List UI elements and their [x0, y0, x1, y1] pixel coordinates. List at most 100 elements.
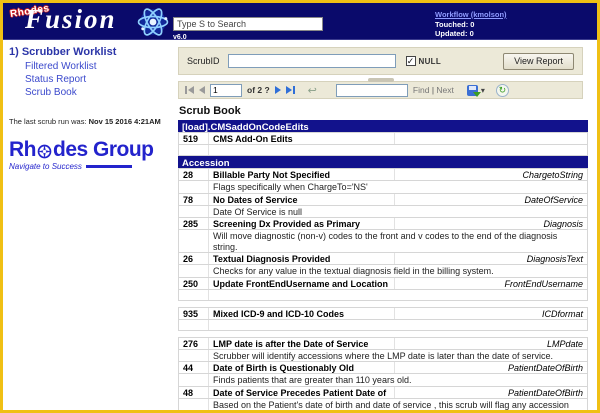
rule-id: 935	[179, 308, 209, 319]
worklist-links: Filtered Worklist Status Report Scrub Bo…	[25, 60, 175, 99]
scrub-book-table: [load].CMSaddOnCodeEdits519CMS Add-On Ed…	[178, 120, 588, 413]
rule-title: No Dates of Service	[209, 194, 395, 205]
rule-description-indent	[179, 206, 209, 218]
page-count-label: of 2 ?	[247, 85, 270, 95]
rule-row: 48Date of Service Precedes Patient Date …	[178, 386, 588, 399]
application-window: Rhodes Fusion v6.0 Workflow (kmolson) To…	[0, 0, 600, 413]
search-input[interactable]	[173, 17, 323, 31]
rule-description-indent	[179, 181, 209, 193]
rule-description-indent	[179, 374, 209, 386]
updated-counter: Updated: 0	[435, 29, 507, 39]
rule-row: 250Update FrontEndUsername and LocationF…	[178, 277, 588, 290]
logo-tagline: Navigate to Success	[9, 162, 175, 171]
rule-row: 276LMP date is after the Date of Service…	[178, 337, 588, 350]
rule-id: 48	[179, 387, 209, 398]
sidebar-item-filtered-worklist[interactable]: Filtered Worklist	[25, 60, 175, 73]
rule-description-row	[178, 144, 588, 156]
compass-icon	[37, 144, 52, 159]
logo-suffix: des Group	[53, 138, 154, 162]
rhodes-group-logo: Rh des Group Navigate to Success	[9, 138, 175, 171]
rule-title: Date of Service Precedes Patient Date of…	[209, 387, 395, 398]
rule-title: LMP date is after the Date of Service	[209, 338, 395, 349]
rule-description-row	[178, 289, 588, 301]
view-report-button[interactable]: View Report	[503, 53, 574, 70]
next-link[interactable]: Next	[436, 85, 453, 95]
app-header: Rhodes Fusion v6.0 Workflow (kmolson) To…	[3, 3, 597, 40]
rule-title: Textual Diagnosis Provided	[209, 253, 395, 264]
find-text-input[interactable]	[336, 84, 408, 97]
tagline-rule	[86, 165, 132, 168]
rule-row: 78No Dates of ServiceDateOfService	[178, 193, 588, 206]
rule-description-row: Flags specifically when ChargeTo='NS'	[178, 180, 588, 194]
rule-field: Diagnosis	[395, 218, 587, 229]
rule-title: Billable Party Not Specified	[209, 169, 395, 180]
rule-description: Based on the Patient's date of birth and…	[209, 399, 587, 413]
rule-description-indent	[179, 399, 209, 413]
rule-field	[395, 133, 587, 144]
touched-counter: Touched: 0	[435, 20, 507, 30]
rule-title: Screening Dx Provided as Primary	[209, 218, 395, 229]
rule-id: 44	[179, 362, 209, 373]
workflow-link[interactable]: Workflow (kmolson)	[435, 10, 507, 20]
rule-description-indent	[179, 145, 209, 155]
find-next-separator: |	[432, 85, 434, 95]
find-next-links: Find | Next	[413, 85, 454, 95]
main-content: ScrubID ✓ NULL View Report of 2 ? ↩	[175, 40, 597, 413]
rule-description	[209, 320, 587, 330]
rule-field: ChargetoString	[395, 169, 587, 180]
export-dropdown[interactable]: ▾	[467, 85, 485, 96]
sidebar-item-status-report[interactable]: Status Report	[25, 73, 175, 86]
last-run-label: The last scrub run was:	[9, 117, 89, 126]
version-label: v6.0	[173, 34, 333, 41]
rule-field: DiagnosisText	[395, 253, 587, 264]
rule-field: DateOfService	[395, 194, 587, 205]
rule-title: CMS Add-On Edits	[209, 133, 395, 144]
next-page-icon[interactable]	[275, 86, 281, 94]
report-toolbar: of 2 ? ↩ Find | Next ▾ ↻	[178, 81, 583, 99]
sidebar-item-scrub-book[interactable]: Scrub Book	[25, 86, 175, 99]
refresh-icon[interactable]: ↻	[496, 84, 509, 97]
rule-description-indent	[179, 290, 209, 300]
rule-description-row: Finds patients that are greater than 110…	[178, 373, 588, 387]
rule-row: 935Mixed ICD-9 and ICD-10 CodesICDformat	[178, 307, 588, 320]
rule-description: Flags specifically when ChargeTo='NS'	[209, 181, 587, 193]
rule-description: Checks for any value in the textual diag…	[209, 265, 587, 277]
rule-description-indent	[179, 350, 209, 362]
find-link[interactable]: Find	[413, 85, 430, 95]
rule-row: 285Screening Dx Provided as PrimaryDiagn…	[178, 217, 588, 230]
rule-row: 519CMS Add-On Edits	[178, 132, 588, 145]
rule-field: FrontEndUsername	[395, 278, 587, 289]
rule-title: Date of Birth is Questionably Old	[209, 362, 395, 373]
rule-id: 276	[179, 338, 209, 349]
workflow-block: Workflow (kmolson) Touched: 0 Updated: 0…	[435, 10, 507, 48]
rule-description: Date Of Service is null	[209, 206, 587, 218]
splitter-grip-icon[interactable]	[368, 78, 394, 82]
rule-id: 285	[179, 218, 209, 229]
header-search: v6.0	[173, 14, 333, 41]
scrubid-input[interactable]	[228, 54, 396, 68]
first-page-icon[interactable]	[185, 86, 194, 94]
current-page-input[interactable]	[210, 84, 242, 97]
rule-description: Finds patients that are greater than 110…	[209, 374, 587, 386]
rule-description-row: Will move diagnostic (non-v) codes to th…	[178, 229, 588, 253]
rule-id: 250	[179, 278, 209, 289]
rule-description: Scrubber will identify accessions where …	[209, 350, 587, 362]
back-to-parent-icon[interactable]: ↩	[308, 84, 317, 97]
null-checkbox[interactable]: ✓	[406, 56, 416, 66]
fusion-logo: Rhodes Fusion	[3, 3, 173, 40]
rhodes-group-name: Rh des Group	[9, 138, 175, 162]
previous-page-icon[interactable]	[199, 86, 205, 94]
rule-id: 519	[179, 133, 209, 144]
last-page-icon[interactable]	[286, 86, 295, 94]
rule-row: 26Textual Diagnosis ProvidedDiagnosisTex…	[178, 252, 588, 265]
report-title: Scrub Book	[179, 105, 583, 117]
rule-description	[209, 145, 587, 155]
atom-icon	[136, 5, 170, 39]
rule-description-row	[178, 319, 588, 331]
export-icon	[467, 85, 478, 96]
fusion-product-text: Fusion	[25, 4, 117, 35]
rule-row: 28Billable Party Not SpecifiedChargetoSt…	[178, 168, 588, 181]
logo-prefix: Rh	[9, 138, 36, 162]
rule-field: PatientDateOfBirth	[395, 362, 587, 373]
worklist-title: 1) Scrubber Worklist	[9, 46, 175, 58]
